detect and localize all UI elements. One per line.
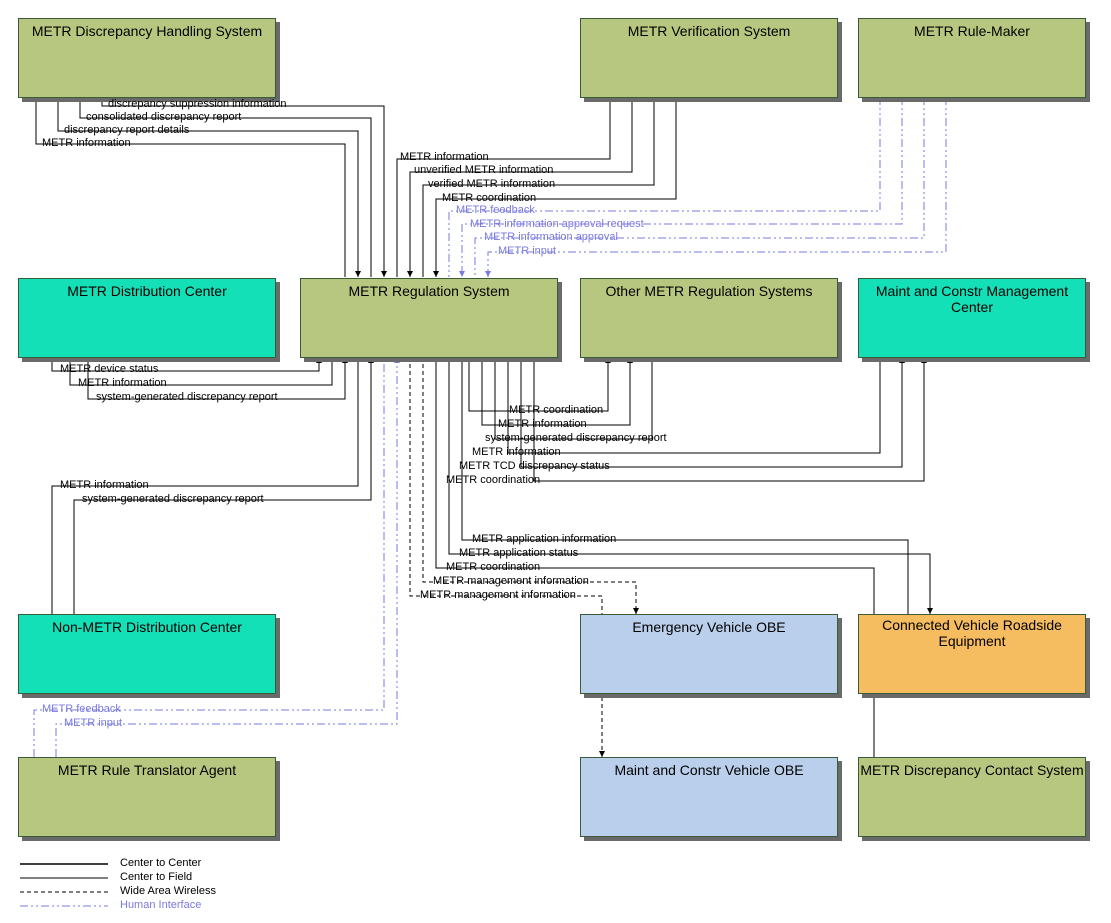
flow-vs-3: verified METR information	[428, 178, 555, 190]
label: METR Rule-Maker	[914, 23, 1030, 39]
flow-cv-2: METR application status	[459, 547, 578, 559]
flow-dh-3: consolidated discrepancy report	[86, 111, 241, 123]
flow-rm-3: METR information approval	[484, 231, 618, 243]
flow-mm-1: METR information	[472, 446, 561, 458]
flow-rt-2: METR input	[64, 717, 122, 729]
box-emergency-obe[interactable]: Emergency Vehicle OBE	[580, 614, 838, 694]
box-cv-roadside[interactable]: Connected Vehicle Roadside Equipment	[858, 614, 1086, 694]
box-other-regulation[interactable]: Other METR Regulation Systems	[580, 278, 838, 358]
box-distribution-center[interactable]: METR Distribution Center	[18, 278, 276, 358]
box-non-metr-dist[interactable]: Non-METR Distribution Center	[18, 614, 276, 694]
flow-vs-2: unverified METR information	[414, 164, 553, 176]
box-rule-maker[interactable]: METR Rule-Maker	[858, 18, 1086, 98]
flow-mm-3: METR coordination	[446, 474, 540, 486]
legend-c2c: Center to Center	[120, 857, 201, 869]
flow-vs-1: METR information	[400, 151, 489, 163]
box-discrepancy-contact[interactable]: METR Discrepancy Contact System	[858, 757, 1086, 837]
flow-nm-1: METR information	[60, 479, 149, 491]
flow-rm-2: METR information approval request	[470, 218, 644, 230]
box-regulation[interactable]: METR Regulation System	[300, 278, 558, 358]
label: METR Discrepancy Contact System	[860, 762, 1083, 778]
box-verification[interactable]: METR Verification System	[580, 18, 838, 98]
flow-or-3: system-generated discrepancy report	[485, 432, 667, 444]
flow-dc-3: system-generated discrepancy report	[96, 391, 278, 403]
flow-dh-2: discrepancy report details	[64, 124, 189, 136]
flow-rt-1: METR feedback	[42, 703, 121, 715]
flow-rm-1: METR feedback	[456, 204, 535, 216]
legend-waw: Wide Area Wireless	[120, 885, 216, 897]
flow-or-2: METR information	[498, 418, 587, 430]
flow-dc-2: METR information	[78, 377, 167, 389]
label: Emergency Vehicle OBE	[632, 619, 785, 635]
box-discrepancy-handling[interactable]: METR Discrepancy Handling System	[18, 18, 276, 98]
flow-rm-4: METR input	[498, 245, 556, 257]
flow-vs-4: METR coordination	[442, 192, 536, 204]
flow-cv-1: METR application information	[472, 533, 616, 545]
flow-cv-3: METR coordination	[446, 561, 540, 573]
flow-dh-1: METR information	[42, 137, 131, 149]
flow-or-1: METR coordination	[509, 404, 603, 416]
label: METR Regulation System	[348, 283, 509, 299]
legend-hi: Human Interface	[120, 899, 201, 911]
flow-dh-4: discrepancy suppression information	[108, 98, 287, 110]
label: Maint and Constr Management Center	[859, 283, 1085, 315]
box-maint-mgmt[interactable]: Maint and Constr Management Center	[858, 278, 1086, 358]
label: Connected Vehicle Roadside Equipment	[859, 617, 1085, 649]
box-rule-translator[interactable]: METR Rule Translator Agent	[18, 757, 276, 837]
flow-mv-1: METR management information	[420, 589, 576, 601]
flow-ev-1: METR management information	[433, 575, 589, 587]
flow-dc-1: METR device status	[60, 363, 158, 375]
flow-nm-2: system-generated discrepancy report	[82, 493, 264, 505]
label: Maint and Constr Vehicle OBE	[614, 762, 803, 778]
label: METR Discrepancy Handling System	[32, 23, 262, 39]
legend-c2f: Center to Field	[120, 871, 192, 883]
flow-mm-2: METR TCD discrepancy status	[459, 460, 610, 472]
box-maint-vehicle-obe[interactable]: Maint and Constr Vehicle OBE	[580, 757, 838, 837]
label: Non-METR Distribution Center	[52, 619, 242, 635]
label: METR Rule Translator Agent	[58, 762, 236, 778]
label: METR Verification System	[628, 23, 791, 39]
label: METR Distribution Center	[67, 283, 227, 299]
label: Other METR Regulation Systems	[606, 283, 813, 299]
